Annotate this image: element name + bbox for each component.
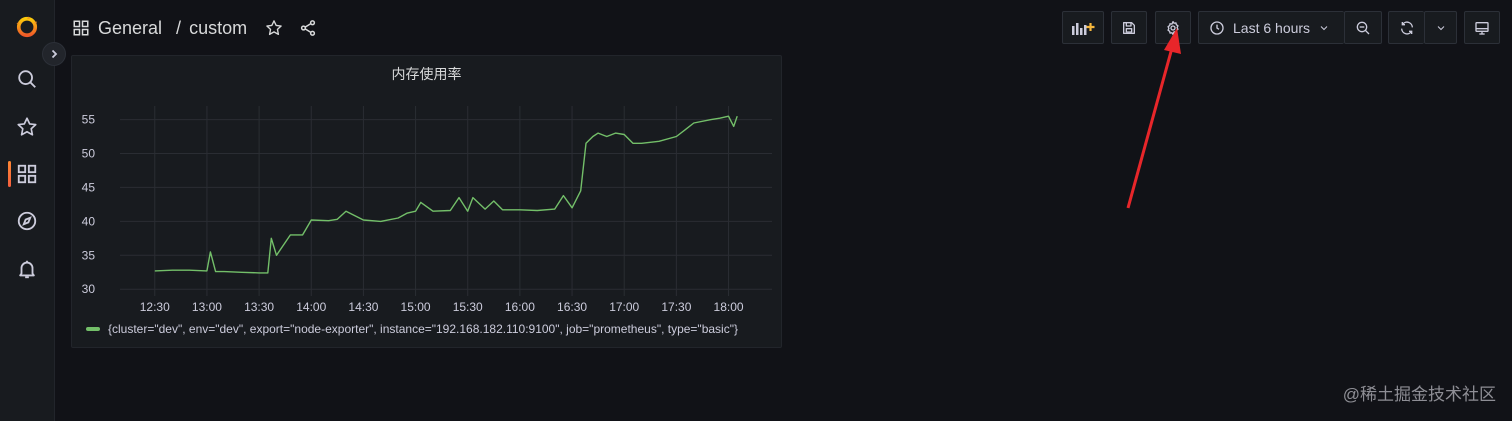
y-tick-label: 50 bbox=[82, 147, 96, 161]
annotation-arrow bbox=[1126, 28, 1181, 209]
y-tick-label: 55 bbox=[82, 113, 96, 127]
breadcrumb-dashboard[interactable]: custom bbox=[189, 18, 247, 39]
graph-panel[interactable]: 内存使用率 12:30 13:00 13:30 14:00 14:30 15:00 15:3… bbox=[71, 55, 782, 348]
x-tick-label: 13:00 bbox=[192, 300, 222, 314]
tv-mode-button[interactable] bbox=[1464, 11, 1500, 44]
clock-icon bbox=[1210, 20, 1224, 35]
y-tick-label: 40 bbox=[82, 214, 96, 228]
y-tick-label: 35 bbox=[82, 248, 96, 262]
dashboards-icon[interactable] bbox=[14, 161, 40, 187]
y-tick-label: 30 bbox=[82, 282, 96, 296]
refresh-button[interactable] bbox=[1388, 11, 1424, 44]
search-icon[interactable] bbox=[14, 66, 40, 92]
favorite-star-icon[interactable] bbox=[265, 19, 283, 37]
add-panel-button[interactable] bbox=[1062, 11, 1104, 44]
active-indicator bbox=[8, 161, 11, 187]
breadcrumb-separator: / bbox=[176, 17, 182, 38]
legend[interactable]: {cluster="dev", env="dev", export="node-… bbox=[86, 322, 738, 336]
line-chart: 12:30 13:00 13:30 14:00 14:30 15:00 15:30 16:00… bbox=[82, 106, 772, 314]
x-tick-label: 15:00 bbox=[401, 300, 431, 314]
refresh-interval-dropdown[interactable] bbox=[1424, 11, 1457, 44]
x-tick-label: 16:00 bbox=[505, 300, 535, 314]
series-line[interactable] bbox=[154, 115, 738, 274]
expand-sidebar-button[interactable] bbox=[42, 42, 66, 66]
x-tick-label: 15:30 bbox=[453, 300, 483, 314]
y-tick-label: 45 bbox=[82, 180, 96, 194]
x-tick-label: 17:00 bbox=[609, 300, 639, 314]
grafana-logo-icon[interactable] bbox=[14, 14, 40, 40]
watermark: @稀土掘金技术社区 bbox=[1342, 385, 1496, 404]
chevron-down-icon bbox=[1320, 25, 1328, 30]
star-icon[interactable] bbox=[14, 114, 40, 140]
x-tick-label: 14:00 bbox=[296, 300, 326, 314]
x-tick-label: 18:00 bbox=[714, 300, 744, 314]
x-tick-label: 13:30 bbox=[244, 300, 274, 314]
breadcrumb: General / custom bbox=[72, 14, 317, 42]
zoom-out-button[interactable] bbox=[1344, 11, 1382, 44]
dashboard-grid-icon bbox=[72, 19, 90, 37]
x-tick-label: 16:30 bbox=[557, 300, 587, 314]
legend-label: {cluster="dev", env="dev", export="node-… bbox=[108, 322, 738, 336]
breadcrumb-folder[interactable]: General bbox=[98, 18, 162, 39]
x-tick-label: 14:30 bbox=[348, 300, 378, 314]
time-range-picker[interactable]: Last 6 hours bbox=[1198, 11, 1344, 44]
chevron-down-icon bbox=[1437, 25, 1444, 30]
explore-compass-icon[interactable] bbox=[14, 208, 40, 234]
x-tick-label: 12:30 bbox=[140, 300, 170, 314]
legend-swatch bbox=[86, 327, 100, 331]
alerting-bell-icon[interactable] bbox=[14, 256, 40, 282]
x-tick-label: 17:30 bbox=[661, 300, 691, 314]
time-range-label: Last 6 hours bbox=[1233, 19, 1311, 36]
share-icon[interactable] bbox=[299, 19, 317, 37]
